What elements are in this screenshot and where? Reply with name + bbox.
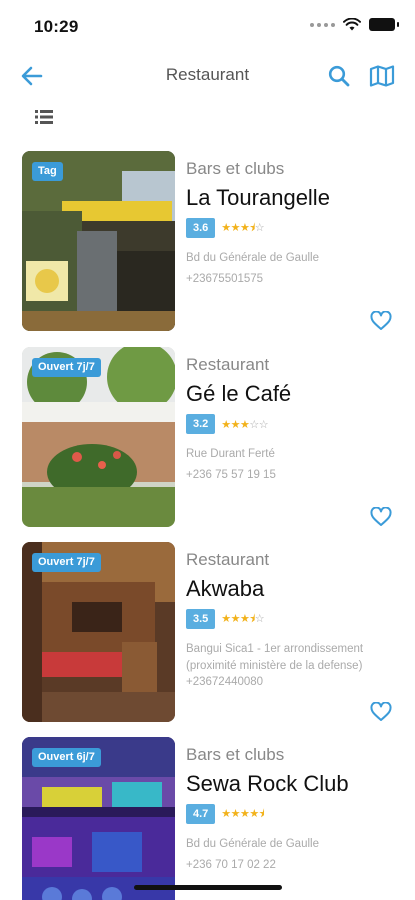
listing-address: Rue Durant Ferté <box>186 448 275 460</box>
star-rating: ★★★☆☆ <box>221 418 269 431</box>
star-rating: ★★★★⯨ <box>221 807 265 820</box>
rating-value: 4.7 <box>186 804 216 824</box>
list-icon <box>35 110 53 124</box>
rating-row: 3.2 ★★★☆☆ <box>186 414 269 434</box>
listing-category: Bars et clubs <box>186 159 285 178</box>
listing-name[interactable]: Sewa Rock Club <box>186 771 349 797</box>
listing-phone[interactable]: +236 75 57 19 15 <box>186 469 276 481</box>
battery-icon <box>369 18 399 31</box>
listing-phone[interactable]: +23672440080 <box>186 676 263 688</box>
status-badge: Ouvert 7j/7 <box>32 553 101 572</box>
listing-address: Bangui Sica1 - 1er arrondissement (proxi… <box>186 643 364 672</box>
search-button[interactable] <box>325 62 353 90</box>
signal-icon <box>310 22 335 27</box>
listing-name[interactable]: La Tourangelle <box>186 185 330 211</box>
status-badge: Ouvert 6j/7 <box>32 748 101 767</box>
listing-name[interactable]: Akwaba <box>186 576 264 602</box>
listing-photo: Ouvert 7j/7 <box>22 347 175 527</box>
heart-icon <box>370 310 392 330</box>
rating-value: 3.2 <box>186 414 216 434</box>
listing-address: Bd du Générale de Gaulle <box>186 838 319 850</box>
status-time: 10:29 <box>34 17 79 36</box>
status-bar: 10:29 <box>0 0 415 50</box>
listing-phone[interactable]: +23675501575 <box>186 273 263 285</box>
status-badge: Tag <box>32 162 63 181</box>
heart-icon <box>370 506 392 526</box>
favorite-button[interactable] <box>370 310 394 333</box>
wifi-icon <box>343 18 361 31</box>
home-indicator[interactable] <box>134 885 282 890</box>
map-button[interactable] <box>367 62 397 90</box>
listing-phone[interactable]: +236 70 17 02 22 <box>186 859 276 871</box>
listing-name[interactable]: Gé le Café <box>186 381 291 407</box>
status-badge: Ouvert 7j/7 <box>32 358 101 377</box>
search-icon <box>328 65 350 87</box>
listing-card[interactable]: Ouvert 6j/7 Bars et clubs Sewa Rock Club… <box>22 737 402 900</box>
listing-category: Bars et clubs <box>186 745 285 764</box>
favorite-button[interactable] <box>370 701 394 724</box>
map-icon <box>369 65 395 87</box>
listing-category: Restaurant <box>186 355 270 374</box>
list-view-toggle[interactable] <box>34 108 56 128</box>
listing-photo: Ouvert 7j/7 <box>22 542 175 722</box>
rating-row: 4.7 ★★★★⯨ <box>186 804 265 824</box>
star-rating: ★★★⯨☆ <box>221 221 265 234</box>
rating-value: 3.6 <box>186 218 216 238</box>
listing-photo: Ouvert 6j/7 <box>22 737 175 900</box>
rating-row: 3.6 ★★★⯨☆ <box>186 218 265 238</box>
rating-value: 3.5 <box>186 609 216 629</box>
status-icons <box>310 18 399 31</box>
rating-row: 3.5 ★★★⯨☆ <box>186 609 265 629</box>
listing-address: Bd du Générale de Gaulle <box>186 252 319 264</box>
listing-card[interactable]: Ouvert 7j/7 Restaurant Gé le Café 3.2 ★★… <box>22 347 402 527</box>
star-rating: ★★★⯨☆ <box>221 612 265 625</box>
listing-card[interactable]: Tag Bars et clubs La Tourangelle 3.6 ★★★… <box>22 151 402 331</box>
listing-card[interactable]: Ouvert 7j/7 Restaurant Akwaba 3.5 ★★★⯨☆ … <box>22 542 402 722</box>
listing-photo: Tag <box>22 151 175 331</box>
navigation-bar: Restaurant <box>0 54 415 98</box>
listing-category: Restaurant <box>186 550 270 569</box>
heart-icon <box>370 701 392 721</box>
favorite-button[interactable] <box>370 506 394 529</box>
